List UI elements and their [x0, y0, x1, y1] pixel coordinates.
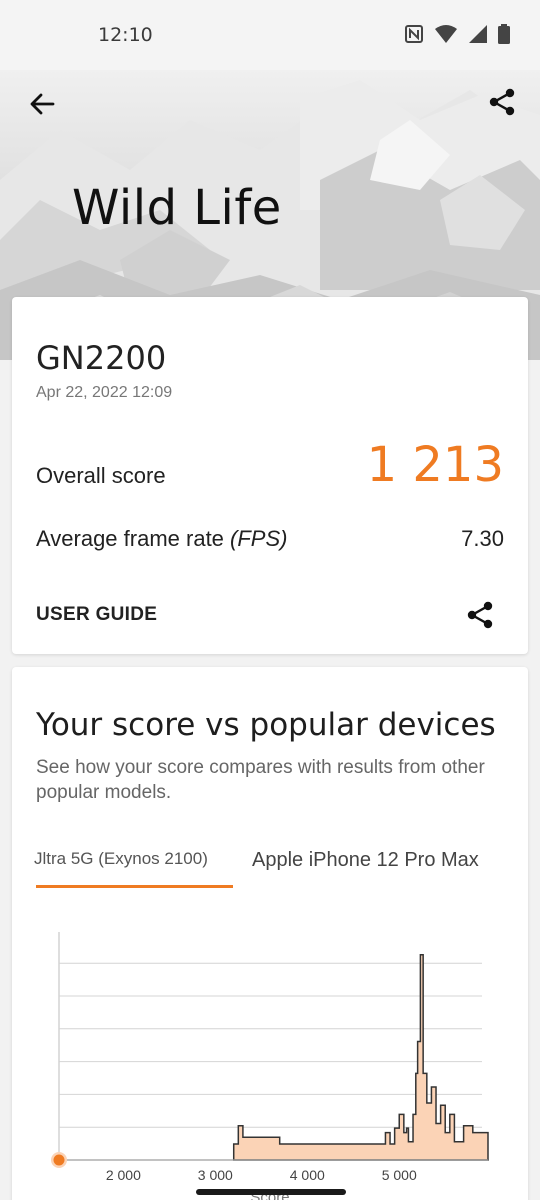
tab-device-2[interactable]: Apple iPhone 12 Pro Max [252, 849, 479, 872]
status-time: 12:10 [98, 24, 153, 46]
comparison-card: Your score vs popular devices See how yo… [12, 667, 528, 1200]
status-bar: 12:10 [0, 0, 540, 70]
device-tabs: Jltra 5G (Exynos 2100) Apple iPhone 12 P… [12, 837, 528, 889]
score-distribution-chart: 2 0003 0004 0005 000Score [12, 917, 528, 1200]
fps-label: Average frame rate (FPS) [36, 526, 287, 552]
fps-value: 7.30 [461, 526, 504, 551]
device-name: GN2200 [36, 339, 167, 377]
share-icon [489, 88, 515, 116]
home-indicator[interactable] [196, 1189, 346, 1195]
x-tick-label: 3 000 [198, 1167, 233, 1183]
comparison-title: Your score vs popular devices [36, 707, 496, 743]
active-tab-indicator [36, 885, 233, 888]
back-button[interactable] [24, 86, 60, 122]
user-guide-button[interactable]: USER GUIDE [36, 604, 157, 626]
overall-score-label: Overall score [36, 463, 166, 488]
distribution-svg: 2 0003 0004 0005 000Score [51, 932, 489, 1200]
x-tick-label: 4 000 [290, 1167, 325, 1183]
nfc-icon [404, 24, 424, 49]
result-card: GN2200 Apr 22, 2022 12:09 Overall score … [12, 297, 528, 654]
result-date: Apr 22, 2022 12:09 [36, 384, 173, 401]
fps-label-unit: (FPS) [230, 526, 288, 551]
wifi-icon [434, 24, 458, 49]
arrow-left-icon [30, 93, 55, 115]
distribution-area [232, 954, 489, 1161]
signal-icon [468, 24, 488, 49]
share-icon [467, 601, 493, 629]
comparison-description: See how your score compares with results… [36, 757, 485, 803]
tab-device-1[interactable]: Jltra 5G (Exynos 2100) [34, 849, 208, 869]
battery-icon [498, 24, 510, 49]
status-icons [404, 24, 510, 49]
page-title: Wild Life [72, 180, 282, 236]
fps-label-text: Average frame rate [36, 526, 231, 551]
x-tick-label: 5 000 [382, 1167, 417, 1183]
share-button-result[interactable] [462, 597, 498, 633]
overall-score-value: 1 213 [366, 437, 504, 493]
your-score-marker [53, 1154, 65, 1166]
x-tick-label: 2 000 [106, 1167, 141, 1183]
share-button-header[interactable] [484, 84, 520, 120]
